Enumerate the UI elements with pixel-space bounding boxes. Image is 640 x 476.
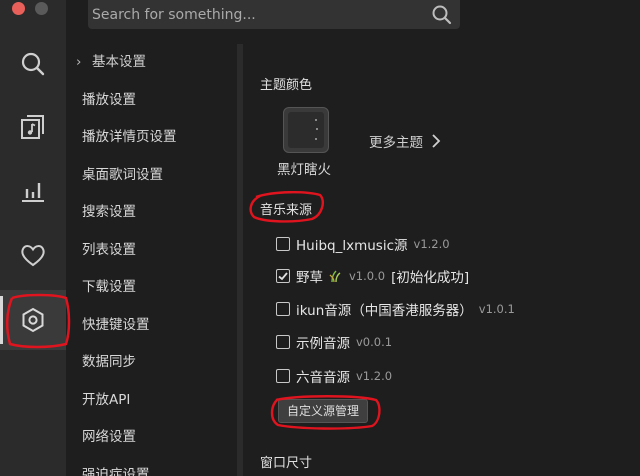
theme-section-title: 主题颜色 bbox=[260, 78, 313, 93]
nav-item-list[interactable]: 列表设置 bbox=[72, 232, 232, 270]
minimize-window-icon[interactable] bbox=[35, 2, 48, 15]
more-themes-label: 更多主题 bbox=[369, 135, 423, 151]
theme-preview bbox=[288, 112, 324, 148]
theme-tile-current[interactable] bbox=[283, 107, 329, 153]
settings-nav: › 基本设置 播放设置 播放详情页设置 桌面歌词设置 搜索设置 列表设置 下载设置… bbox=[72, 44, 232, 476]
nav-group-basic[interactable]: › 基本设置 bbox=[72, 44, 232, 82]
rail-favorites-button[interactable] bbox=[0, 225, 66, 285]
source-checkbox[interactable] bbox=[276, 237, 290, 251]
source-name: 野草 bbox=[296, 270, 323, 286]
chevron-right-icon: › bbox=[76, 54, 82, 70]
source-version: v0.0.1 bbox=[356, 335, 393, 349]
nav-item-desktop-lyrics[interactable]: 桌面歌词设置 bbox=[72, 157, 232, 195]
source-version: v1.0.0 bbox=[349, 269, 386, 283]
source-version: v1.2.0 bbox=[356, 369, 393, 383]
nav-item-sync[interactable]: 数据同步 bbox=[72, 344, 232, 382]
nav-scrollbar[interactable] bbox=[237, 44, 243, 476]
nav-item-network[interactable]: 网络设置 bbox=[72, 419, 232, 457]
window-controls bbox=[12, 2, 48, 15]
rail-search-button[interactable] bbox=[0, 34, 66, 94]
nav-group-label: 基本设置 bbox=[92, 54, 146, 70]
chevron-right-icon bbox=[432, 134, 441, 148]
source-name: ikun音源（中国香港服务器） bbox=[296, 303, 473, 319]
rail-library-button[interactable] bbox=[0, 97, 66, 157]
source-version: v1.2.0 bbox=[413, 237, 450, 251]
source-checkbox[interactable] bbox=[276, 269, 290, 283]
nav-item-download[interactable]: 下载设置 bbox=[72, 269, 232, 307]
grass-emoji-icon bbox=[329, 270, 341, 283]
source-name: 六音音源 bbox=[296, 370, 350, 386]
nav-item-ocd[interactable]: 强迫症设置 bbox=[72, 457, 232, 476]
checkmark-icon bbox=[278, 272, 288, 281]
side-rail bbox=[0, 0, 66, 476]
source-checkbox[interactable] bbox=[276, 302, 290, 316]
custom-source-manage-button[interactable]: 自定义源管理 bbox=[278, 399, 369, 423]
source-name: Huibq_lxmusic源 bbox=[296, 238, 408, 254]
close-window-icon[interactable] bbox=[12, 2, 25, 15]
source-row-example[interactable]: 示例音源 v0.0.1 bbox=[276, 332, 392, 352]
theme-dots-icon bbox=[315, 119, 318, 140]
source-checkbox[interactable] bbox=[276, 369, 290, 383]
search-icon bbox=[21, 52, 45, 76]
source-row-ikun[interactable]: ikun音源（中国香港服务器） v1.0.1 bbox=[276, 299, 515, 319]
heart-icon bbox=[21, 245, 45, 267]
sources-section-title: 音乐来源 bbox=[260, 203, 313, 218]
source-name: 示例音源 bbox=[296, 336, 350, 352]
nav-item-open-api[interactable]: 开放API bbox=[72, 382, 232, 420]
source-row-huibq[interactable]: Huibq_lxmusic源 v1.2.0 bbox=[276, 234, 450, 254]
nav-item-play-detail[interactable]: 播放详情页设置 bbox=[72, 119, 232, 157]
chart-bars-icon bbox=[22, 183, 44, 202]
nav-item-search[interactable]: 搜索设置 bbox=[72, 194, 232, 232]
theme-name: 黑灯瞎火 bbox=[277, 162, 331, 178]
nav-item-playback[interactable]: 播放设置 bbox=[72, 82, 232, 120]
rail-charts-button[interactable] bbox=[0, 161, 66, 221]
source-checkbox[interactable] bbox=[276, 335, 290, 349]
nav-item-hotkeys[interactable]: 快捷键设置 bbox=[72, 307, 232, 345]
source-status: [初始化成功] bbox=[391, 270, 470, 286]
more-themes-link[interactable]: 更多主题 bbox=[369, 131, 441, 151]
window-size-section-title: 窗口尺寸 bbox=[260, 456, 313, 471]
settings-hex-icon bbox=[22, 307, 44, 333]
source-row-yecao[interactable]: 野草 v1.0.0 [初始化成功] bbox=[276, 266, 469, 286]
source-row-liuyin[interactable]: 六音音源 v1.2.0 bbox=[276, 366, 392, 386]
music-library-icon bbox=[21, 115, 44, 139]
settings-content: 主题颜色 黑灯瞎火 更多主题 音乐来源 Huibq_lxmusic源 v1.2.… bbox=[249, 0, 640, 476]
source-version: v1.0.1 bbox=[478, 302, 515, 316]
rail-settings-button[interactable] bbox=[0, 290, 66, 350]
